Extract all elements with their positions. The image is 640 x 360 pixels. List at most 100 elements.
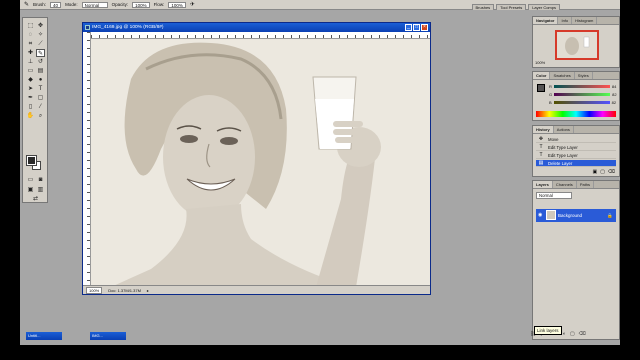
history-item-selected[interactable]: ▤ Delete Layer bbox=[536, 160, 616, 167]
eraser-tool-icon[interactable]: ▭ bbox=[26, 67, 35, 75]
brush-size-field[interactable]: 40 bbox=[50, 1, 62, 8]
horizontal-ruler bbox=[91, 32, 430, 39]
trash-icon[interactable]: ⌫ bbox=[579, 331, 586, 337]
minimized-window[interactable]: Untitl... bbox=[26, 332, 62, 340]
notes-tool-icon[interactable]: ▯ bbox=[26, 103, 35, 111]
zoom-field[interactable]: 100% bbox=[86, 286, 103, 294]
marquee-tool-icon[interactable]: ⬚ bbox=[26, 22, 35, 30]
flow-field[interactable]: 100% bbox=[168, 1, 186, 8]
crop-tool-icon[interactable]: ⌗ bbox=[26, 40, 35, 48]
history-footer: ▣ ▢ ⌫ bbox=[592, 169, 615, 175]
type-icon: T bbox=[539, 152, 543, 158]
close-button[interactable]: × bbox=[421, 24, 428, 31]
airbrush-icon[interactable]: ✈ bbox=[190, 1, 195, 8]
eyedropper-tool-icon[interactable]: ⁄ bbox=[36, 103, 45, 111]
channel-value-b[interactable]: 82 bbox=[612, 100, 616, 105]
magic-wand-tool-icon[interactable]: ✧ bbox=[36, 31, 45, 39]
jump-to-imageready-icon[interactable]: ⇄ bbox=[31, 195, 40, 203]
tab-paths[interactable]: Paths bbox=[577, 181, 595, 188]
clone-stamp-tool-icon[interactable]: ⊥ bbox=[26, 58, 35, 66]
shape-tool-icon[interactable]: ▢ bbox=[36, 94, 45, 102]
image-canvas[interactable] bbox=[91, 39, 430, 285]
type-icon: T bbox=[539, 144, 543, 150]
document-title-bar[interactable]: IMG_4169.jpg @ 100% (RGB/8#) _ □ × bbox=[83, 23, 430, 32]
opacity-label: Opacity: bbox=[111, 2, 129, 7]
history-item-label: Move bbox=[548, 137, 559, 142]
minimized-window[interactable]: IMG... bbox=[90, 332, 126, 340]
minimized-window-title: Untitl... bbox=[28, 333, 41, 338]
channel-label-r: R bbox=[549, 84, 552, 89]
new-layer-icon[interactable]: ▢ bbox=[570, 331, 575, 337]
adjustment-layer-icon[interactable]: ◐ bbox=[563, 331, 566, 337]
quick-mask-mode-icon[interactable]: ◙ bbox=[36, 176, 45, 184]
history-item[interactable]: T Edit Type Layer bbox=[536, 144, 616, 151]
tab-history[interactable]: History bbox=[533, 126, 554, 133]
document-window: IMG_4169.jpg @ 100% (RGB/8#) _ □ × 100% … bbox=[82, 22, 431, 295]
tab-layers[interactable]: Layers bbox=[533, 181, 553, 188]
tab-channels[interactable]: Channels bbox=[553, 181, 577, 188]
history-item-label: Edit Type Layer bbox=[548, 145, 578, 150]
hand-tool-icon[interactable]: ✋ bbox=[26, 112, 35, 120]
color-spectrum-bar[interactable] bbox=[536, 111, 616, 117]
photo-woman-with-glass bbox=[91, 39, 430, 285]
color-preview-swatch[interactable] bbox=[537, 84, 545, 92]
photoshop-document-icon bbox=[85, 25, 90, 30]
new-document-icon[interactable]: ▢ bbox=[600, 169, 605, 175]
layer-row-background[interactable]: ◉ Background 🔒 bbox=[536, 209, 616, 222]
type-tool-icon[interactable]: T bbox=[36, 85, 45, 93]
minimized-window-title: IMG... bbox=[92, 333, 103, 338]
channel-value-r[interactable]: 84 bbox=[612, 84, 616, 89]
tab-actions[interactable]: Actions bbox=[554, 126, 574, 133]
navigator-thumbnail[interactable] bbox=[555, 30, 599, 60]
blur-tool-icon[interactable]: ◆ bbox=[26, 76, 35, 84]
toolbox: ⬚ ✥ ◌ ✧ ⌗ ⟋ ✚ ✎ ⊥ ↺ ▭ ▤ ◆ ● ➤ T ✒ ▢ ▯ ⁄ … bbox=[22, 17, 48, 203]
tab-navigator[interactable]: Navigator bbox=[533, 17, 559, 24]
tab-info[interactable]: Info bbox=[558, 17, 573, 24]
gradient-tool-icon[interactable]: ▤ bbox=[36, 67, 45, 75]
path-selection-tool-icon[interactable]: ➤ bbox=[26, 85, 35, 93]
lasso-tool-icon[interactable]: ◌ bbox=[26, 31, 35, 39]
eye-icon[interactable]: ◉ bbox=[538, 213, 542, 218]
history-item[interactable]: ✥ Move bbox=[536, 136, 616, 143]
navigator-zoom[interactable]: 100% bbox=[535, 60, 545, 65]
screen-mode-icon[interactable]: ▣ bbox=[26, 186, 35, 194]
trash-icon[interactable]: ⌫ bbox=[608, 169, 615, 175]
color-slider-b[interactable]: B 82 bbox=[549, 100, 616, 105]
move-tool-icon[interactable]: ✥ bbox=[36, 22, 45, 30]
tab-histogram[interactable]: Histogram bbox=[572, 17, 598, 24]
navigator-palette: Navigator Info Histogram 100% bbox=[532, 16, 620, 68]
tab-swatches[interactable]: Swatches bbox=[550, 72, 575, 79]
standard-mode-icon[interactable]: ▭ bbox=[26, 176, 35, 184]
full-screen-mode-icon[interactable]: ▥ bbox=[36, 186, 45, 194]
palette-well-tab-tool-presets[interactable]: Tool Presets bbox=[496, 4, 527, 10]
history-item-label: Edit Type Layer bbox=[548, 153, 578, 158]
opacity-field[interactable]: 100% bbox=[132, 1, 150, 8]
blend-mode-select[interactable]: Normal bbox=[536, 192, 572, 199]
status-arrow-icon[interactable]: ▸ bbox=[147, 288, 149, 293]
tab-styles[interactable]: Styles bbox=[575, 72, 593, 79]
flow-label: Flow: bbox=[153, 2, 165, 7]
maximize-button[interactable]: □ bbox=[413, 24, 420, 31]
tab-color[interactable]: Color bbox=[533, 72, 551, 79]
channel-value-g[interactable]: 82 bbox=[612, 92, 616, 97]
minimize-button[interactable]: _ bbox=[405, 24, 412, 31]
foreground-color-swatch[interactable] bbox=[26, 155, 37, 166]
history-item[interactable]: T Edit Type Layer bbox=[536, 152, 616, 159]
color-slider-g[interactable]: G 82 bbox=[549, 92, 617, 97]
healing-brush-tool-icon[interactable]: ✚ bbox=[26, 49, 35, 57]
palette-well-tab-brushes[interactable]: Brushes bbox=[471, 4, 495, 10]
zoom-tool-icon[interactable]: ⌕ bbox=[36, 112, 45, 120]
mode-select[interactable]: Normal bbox=[81, 1, 108, 8]
document-size[interactable]: Doc: 1.37M/1.37M bbox=[108, 288, 141, 293]
history-brush-tool-icon[interactable]: ↺ bbox=[36, 58, 45, 66]
palette-well: Brushes Tool Presets Layer Comps bbox=[471, 0, 560, 10]
new-snapshot-icon[interactable]: ▣ bbox=[592, 169, 597, 175]
history-item-label: Delete Layer bbox=[548, 161, 573, 166]
color-slider-r[interactable]: R 84 bbox=[549, 84, 616, 89]
palette-well-tab-layer-comps[interactable]: Layer Comps bbox=[528, 4, 560, 10]
brush-tool-icon[interactable]: ✎ bbox=[24, 1, 29, 8]
dodge-tool-icon[interactable]: ● bbox=[36, 76, 45, 84]
brush-tool-icon[interactable]: ✎ bbox=[36, 49, 45, 57]
pen-tool-icon[interactable]: ✒ bbox=[26, 94, 35, 102]
slice-tool-icon[interactable]: ⟋ bbox=[36, 40, 45, 48]
